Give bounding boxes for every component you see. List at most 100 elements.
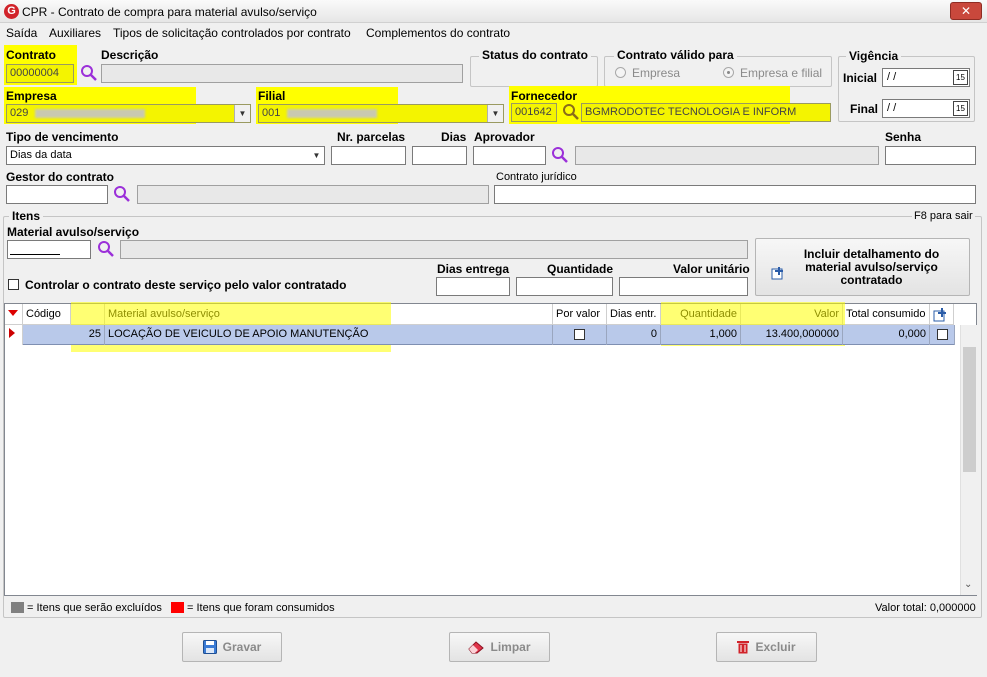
add-row-icon[interactable] — [933, 308, 948, 322]
cell-por-valor — [553, 325, 607, 345]
valor-total: Valor total: 0,000000 — [875, 602, 976, 614]
search-contrato-icon[interactable] — [80, 64, 98, 82]
fornecedor-label: Fornecedor — [511, 89, 578, 103]
close-button[interactable]: ✕ — [950, 2, 982, 20]
items-grid: Código Material avulso/serviço Por valor… — [4, 302, 977, 596]
descricao-input — [101, 64, 463, 83]
col-spacer — [71, 304, 105, 325]
chevron-down-icon[interactable]: ▼ — [234, 105, 250, 122]
chevron-down-icon[interactable]: ▼ — [308, 147, 324, 164]
material-cursor — [10, 254, 60, 255]
parcelas-input[interactable] — [331, 146, 406, 165]
col-codigo[interactable]: Código — [23, 304, 71, 325]
por-valor-checkbox[interactable] — [574, 329, 585, 340]
save-icon — [202, 640, 217, 654]
radio-empresa-filial-label: Empresa e filial — [740, 66, 823, 80]
vigencia-label: Vigência — [846, 49, 902, 63]
final-label: Final — [850, 102, 879, 116]
filial-label: Filial — [258, 89, 286, 103]
current-row-icon — [9, 328, 15, 338]
valor-unitario-label: Valor unitário — [673, 262, 750, 276]
gestor-name-input — [137, 185, 489, 204]
radio-empresa-label: Empresa — [632, 66, 681, 80]
row-pointer — [5, 325, 23, 345]
eraser-icon — [468, 641, 485, 654]
trash-icon — [737, 641, 750, 654]
filial-combo[interactable]: 001 ▼ — [258, 104, 504, 123]
col-por-valor[interactable]: Por valor — [553, 304, 607, 325]
filial-value: 001 — [262, 107, 281, 119]
valor-unitario-input[interactable] — [619, 277, 748, 296]
search-fornecedor-icon[interactable] — [562, 103, 580, 121]
valido-label: Contrato válido para — [614, 48, 737, 62]
gravar-button[interactable]: Gravar — [182, 632, 282, 662]
fornecedor-name-input: BGMRODOTEC TECNOLOGIA E INFORM — [581, 103, 831, 122]
radio-empresa[interactable] — [615, 67, 626, 78]
aprovador-input[interactable] — [473, 146, 546, 165]
window-title: CPR - Contrato de compra para material a… — [22, 5, 317, 19]
legend-consumed: = Itens que foram consumidos — [187, 602, 335, 614]
col-dias-entr[interactable]: Dias entr. — [607, 304, 661, 325]
descricao-label: Descrição — [101, 48, 159, 62]
contrato-input[interactable]: 00000004 — [6, 64, 74, 83]
controlar-label: Controlar o contrato deste serviço pelo … — [25, 278, 347, 292]
excluir-button[interactable]: Excluir — [716, 632, 817, 662]
incluir-detalhamento-button[interactable]: Incluir detalhamento do material avulso/… — [755, 238, 970, 296]
gestor-input[interactable] — [6, 185, 108, 204]
menu-complementos[interactable]: Complementos do contrato — [366, 26, 510, 40]
scrollbar-thumb[interactable] — [963, 347, 976, 472]
search-gestor-icon[interactable] — [113, 185, 131, 203]
sort-down-icon[interactable] — [8, 309, 18, 317]
tipo-vencimento-label: Tipo de vencimento — [6, 130, 119, 144]
contrato-label: Contrato — [6, 48, 56, 62]
aprovador-label: Aprovador — [474, 130, 535, 144]
row-select-checkbox[interactable] — [936, 329, 948, 340]
final-date-input[interactable]: / / 15 — [882, 99, 970, 118]
inicial-label: Inicial — [843, 71, 878, 85]
col-total-consumido[interactable]: Total consumido — [843, 304, 930, 325]
menu-auxiliares[interactable]: Auxiliares — [49, 26, 101, 40]
inicial-date-input[interactable]: / / 15 — [882, 68, 970, 87]
cell-material: LOCAÇÃO DE VEICULO DE APOIO MANUTENÇÃO — [105, 325, 553, 345]
dias-entrega-label: Dias entrega — [437, 262, 510, 276]
cell-total-consumido: 0,000 — [843, 325, 930, 345]
col-quantidade[interactable]: Quantidade — [661, 304, 741, 325]
final-date-value: / / — [887, 102, 897, 114]
fornecedor-code-input[interactable]: 001642 — [511, 103, 557, 122]
material-input[interactable] — [7, 240, 91, 259]
tipo-vencimento-combo[interactable]: Dias da data ▼ — [6, 146, 325, 165]
dias-input[interactable] — [412, 146, 467, 165]
calendar-inicial-icon[interactable]: 15 — [953, 70, 968, 85]
search-material-icon[interactable] — [97, 240, 115, 258]
limpar-button[interactable]: Limpar — [449, 632, 550, 662]
col-add[interactable] — [930, 304, 954, 325]
calendar-final-icon[interactable]: 15 — [953, 101, 968, 116]
search-aprovador-icon[interactable] — [551, 146, 569, 164]
quantidade-input[interactable] — [516, 277, 613, 296]
scroll-down-icon[interactable]: ⌄ — [964, 579, 972, 590]
cell-codigo: 25 — [23, 325, 105, 345]
chevron-down-icon[interactable]: ▼ — [487, 105, 503, 122]
tipo-vencimento-value: Dias da data — [10, 149, 72, 161]
empresa-combo[interactable]: 029 ▼ — [6, 104, 251, 123]
controlar-checkbox[interactable] — [8, 279, 19, 290]
title-bar: G CPR - Contrato de compra para material… — [0, 0, 987, 23]
vertical-scrollbar[interactable]: ⌄ — [960, 325, 977, 595]
legend-excluded-swatch — [11, 602, 24, 613]
menu-saida[interactable]: Saída — [6, 26, 37, 40]
aprovador-name-input — [575, 146, 879, 165]
app-logo-icon: G — [4, 4, 19, 19]
cell-quantidade: 1,000 — [661, 325, 741, 345]
col-material[interactable]: Material avulso/serviço — [105, 304, 553, 325]
radio-empresa-filial[interactable] — [723, 67, 734, 78]
excluir-label: Excluir — [755, 640, 796, 654]
senha-input[interactable] — [885, 146, 976, 165]
menu-tipos-solicitacao[interactable]: Tipos de solicitação controlados por con… — [113, 26, 351, 40]
parcelas-label: Nr. parcelas — [337, 130, 406, 144]
status-label: Status do contrato — [479, 48, 592, 62]
col-valor[interactable]: Valor — [741, 304, 843, 325]
add-detail-icon — [771, 267, 783, 280]
juridico-input[interactable] — [494, 185, 976, 204]
itens-label: Itens — [9, 209, 44, 223]
dias-entrega-input[interactable] — [436, 277, 510, 296]
